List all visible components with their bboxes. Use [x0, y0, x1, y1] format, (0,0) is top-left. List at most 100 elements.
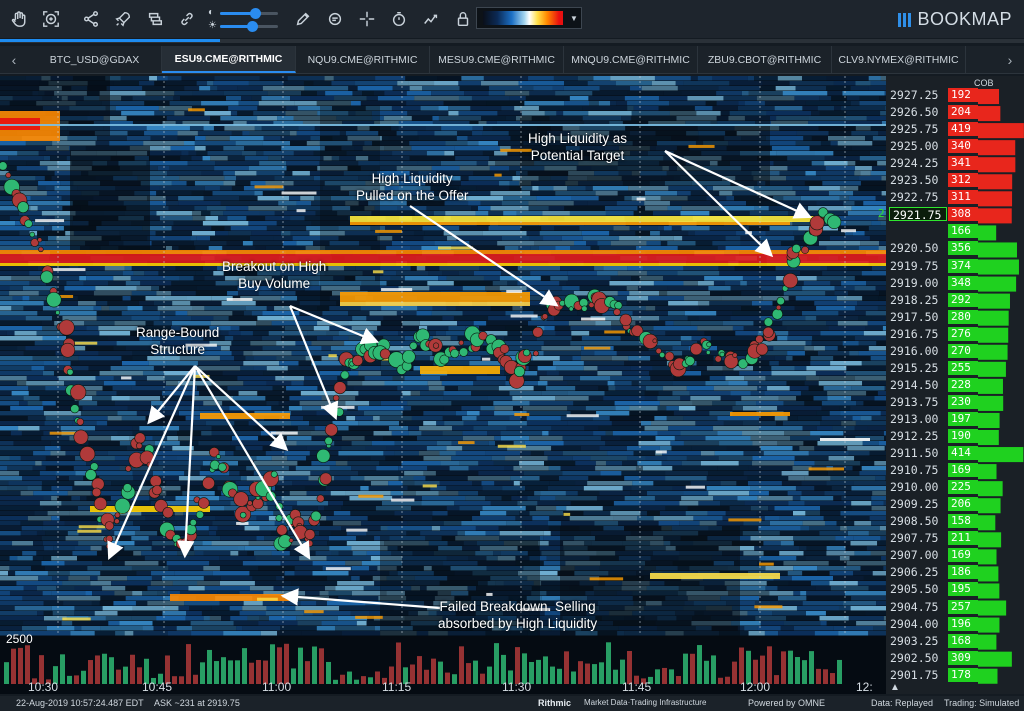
- tabs-next-button[interactable]: ›: [996, 46, 1024, 73]
- status-datetime: 22-Aug-2019 10:57:24.487 EDT: [16, 698, 144, 708]
- collapse-volume-icon[interactable]: ▲: [890, 682, 900, 693]
- share-icon[interactable]: [78, 6, 104, 32]
- tab-mesu9-cme-rithmic[interactable]: MESU9.CME@RITHMIC: [430, 46, 564, 73]
- brand-logo: BOOKMAP: [898, 9, 1012, 30]
- price-row: 2917.50 280: [886, 309, 1024, 324]
- layers-icon[interactable]: [142, 6, 168, 32]
- time-tick-label: 12:00: [740, 680, 771, 694]
- cob-value: 204: [948, 105, 978, 120]
- price-row: 2916.75 276: [886, 326, 1024, 341]
- price-level: 2914.50: [890, 377, 939, 392]
- brightness-slider[interactable]: ☀: [208, 20, 278, 32]
- price-level: 2901.75: [890, 667, 939, 682]
- indicator-icon[interactable]: [418, 6, 444, 32]
- status-data-mode: Data: Replayed: [871, 698, 934, 708]
- cob-value: 311: [948, 190, 978, 205]
- cob-value: 257: [948, 599, 978, 614]
- price-axis[interactable]: 2927.25 192 2926.50 204 2925.75 419 2925.00 340…: [886, 76, 1024, 694]
- price-level: 2905.50: [890, 582, 939, 597]
- cob-value: 292: [948, 292, 978, 307]
- price-level: 2922.75: [890, 190, 939, 205]
- price-row: 2907.75 211: [886, 531, 1024, 546]
- status-bar: 22-Aug-2019 10:57:24.487 EDT ASK ~231 at…: [0, 696, 1024, 711]
- tab-zbu9-cbot-rithmic[interactable]: ZBU9.CBOT@RITHMIC: [698, 46, 832, 73]
- price-row: 2920.50 356: [886, 241, 1024, 256]
- cob-value: 374: [948, 258, 978, 273]
- tab-mnqu9-cme-rithmic[interactable]: MNQU9.CME@RITHMIC: [564, 46, 698, 73]
- cob-value: 190: [948, 429, 978, 443]
- chevron-down-icon: ▼: [570, 13, 578, 23]
- price-row: 166: [886, 224, 1024, 239]
- price-level: 2916.00: [890, 343, 939, 358]
- cob-value: 192: [948, 88, 978, 102]
- price-row: 2910.00 225: [886, 480, 1024, 495]
- contrast-slider[interactable]: ◐: [208, 7, 278, 19]
- status-provider-sub: Market Data·Trading Infrastructure: [584, 698, 707, 707]
- price-level: 2907.75: [890, 531, 939, 546]
- price-row: 2906.25 186: [886, 565, 1024, 580]
- price-row: 2905.50 195: [886, 582, 1024, 597]
- hand-icon[interactable]: [6, 6, 32, 32]
- zoom-fit-icon[interactable]: [38, 6, 64, 32]
- brightness-icon: ☀: [208, 20, 217, 31]
- tab-btc-usd-gdax[interactable]: BTC_USD@GDAX: [28, 46, 162, 73]
- tab-clv9-nymex-rithmic[interactable]: CLV9.NYMEX@RITHMIC: [832, 46, 966, 73]
- cob-value: 178: [948, 667, 978, 682]
- pencil-icon[interactable]: [290, 6, 316, 32]
- cob-value: 195: [948, 582, 978, 597]
- tab-nqu9-cme-rithmic[interactable]: NQU9.CME@RITHMIC: [296, 46, 430, 73]
- price-level: 2913.75: [890, 394, 939, 409]
- price-row: 2924.25 341: [886, 156, 1024, 171]
- price-row: 2910.75 169: [886, 463, 1024, 478]
- price-row: 2919.75 374: [886, 258, 1024, 273]
- price-level: 2925.00: [890, 139, 939, 154]
- price-row: 2912.25 190: [886, 429, 1024, 443]
- timer-icon[interactable]: [386, 6, 412, 32]
- cob-value: 197: [948, 411, 978, 426]
- time-axis[interactable]: 10:30 10:45 11:00 11:15 11:30 11:45 12:00 12:: [0, 680, 886, 694]
- price-level: 2904.75: [890, 599, 939, 614]
- cob-value: 356: [948, 241, 978, 256]
- cob-value: 276: [948, 326, 978, 341]
- cob-value: 348: [948, 275, 978, 290]
- contrast-icon: ◐: [208, 7, 215, 18]
- price-level: 2904.00: [890, 616, 939, 631]
- cob-value: 211: [948, 531, 978, 546]
- link-icon[interactable]: [174, 6, 200, 32]
- cob-value: 169: [948, 463, 978, 478]
- chart-area[interactable]: 2500 Range-Bound Structure Breakout on Hi…: [0, 76, 1024, 694]
- price-level: 2918.25: [890, 292, 939, 307]
- cob-value: 308: [948, 207, 978, 222]
- volume-scale-label: 2500: [6, 632, 33, 646]
- cob-value: 255: [948, 360, 978, 375]
- lock-icon[interactable]: [450, 6, 476, 32]
- cob-value: 341: [948, 156, 978, 171]
- cob-value: 206: [948, 497, 978, 512]
- contrast-brightness-sliders: ◐ ☀: [208, 4, 278, 34]
- price-level: 2927.25: [890, 88, 939, 102]
- price-row: 2913.00 197: [886, 411, 1024, 426]
- status-provider: Rithmic: [538, 698, 572, 708]
- cob-value: 166: [948, 224, 978, 239]
- tabs-prev-button[interactable]: ‹: [0, 46, 28, 73]
- annotation-breakout: Breakout on High Buy Volume: [222, 259, 327, 291]
- price-row: 2901.75 178: [886, 667, 1024, 682]
- price-row: 2925.75 419: [886, 122, 1024, 137]
- tab-esu9-cme-rithmic[interactable]: ESU9.CME@RITHMIC: [162, 46, 296, 73]
- time-tick-label: 10:45: [142, 680, 173, 694]
- rocket-icon[interactable]: [110, 6, 136, 32]
- chat-icon[interactable]: [322, 6, 348, 32]
- heatmap-palette-select[interactable]: ▼: [476, 7, 582, 29]
- time-tick-label: 11:15: [382, 680, 412, 694]
- time-tick-label: 10:30: [28, 680, 59, 694]
- price-row: 2919.00 348: [886, 275, 1024, 290]
- cob-value: 230: [948, 394, 978, 409]
- price-level: 2912.25: [890, 429, 939, 443]
- price-level: 2906.25: [890, 565, 939, 580]
- crosshair-icon[interactable]: [354, 6, 380, 32]
- brand-name: BOOKMAP: [917, 9, 1012, 29]
- cob-value: 419: [948, 122, 978, 137]
- price-level: 2907.00: [890, 548, 939, 563]
- annotation-potential-target: High Liquidity as Potential Target: [528, 131, 628, 163]
- price-level: 2923.50: [890, 173, 939, 188]
